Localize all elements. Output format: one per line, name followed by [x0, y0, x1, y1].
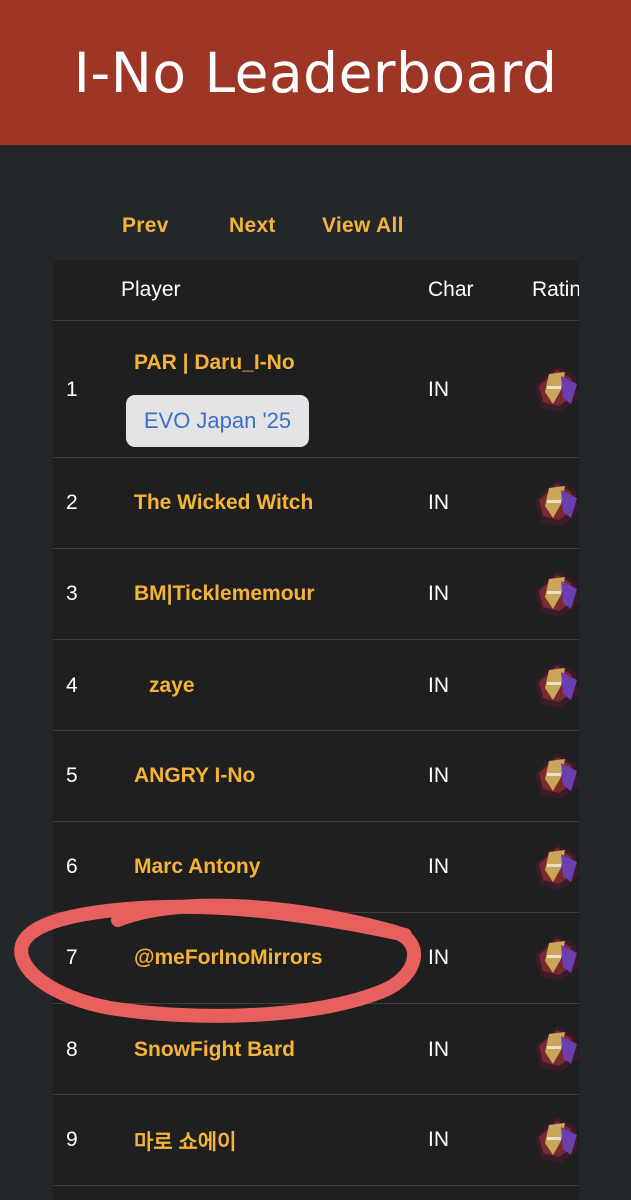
- rank-emblem-icon: [535, 1026, 579, 1072]
- leaderboard-table: Player Char Ratin 1 PAR | Daru_I-No EVO …: [53, 260, 579, 1200]
- page-title: I-No Leaderboard: [73, 40, 558, 105]
- char-cell: IN: [428, 491, 449, 514]
- pagination-nav: Prev Next View All: [0, 214, 631, 246]
- char-cell: IN: [428, 1128, 449, 1151]
- next-link[interactable]: Next: [229, 214, 276, 238]
- rank-emblem-icon: [535, 844, 579, 890]
- rank-number: 9: [66, 1128, 78, 1151]
- view-all-link[interactable]: View All: [322, 214, 404, 238]
- table-row: 4 zaye IN: [53, 640, 579, 731]
- column-header-player: Player: [121, 278, 181, 301]
- table-row: 1 PAR | Daru_I-No EVO Japan '25 IN: [53, 321, 579, 458]
- rank-number: 6: [66, 855, 78, 878]
- prev-link[interactable]: Prev: [122, 214, 169, 238]
- rank-emblem-icon: [535, 1117, 579, 1163]
- rank-emblem-icon: [535, 662, 579, 708]
- rank-number: 1: [66, 378, 78, 401]
- rank-emblem-icon: [535, 366, 579, 412]
- rank-emblem-icon: [535, 935, 579, 981]
- column-header-char: Char: [428, 278, 474, 301]
- player-name-link[interactable]: BM|Ticklememour: [134, 582, 315, 606]
- char-cell: IN: [428, 674, 449, 697]
- rank-number: 3: [66, 582, 78, 605]
- table-row: 2 The Wicked Witch IN: [53, 458, 579, 549]
- char-cell: IN: [428, 764, 449, 787]
- table-row: 9 마로 쇼에이 IN: [53, 1095, 579, 1186]
- player-name-link[interactable]: ANGRY I-No: [134, 764, 255, 788]
- player-name-link[interactable]: PAR | Daru_I-No: [134, 351, 295, 375]
- player-name-link[interactable]: SnowFight Bard: [134, 1038, 295, 1062]
- rank-number: 4: [66, 674, 78, 697]
- player-name-link[interactable]: The Wicked Witch: [134, 491, 313, 515]
- rank-emblem-icon: [535, 480, 579, 526]
- player-name-link[interactable]: 마로 쇼에이: [134, 1126, 236, 1156]
- rank-emblem-icon: [535, 753, 579, 799]
- table-row: 7 @meForInoMirrors IN: [53, 913, 579, 1004]
- player-name-link[interactable]: Marc Antony: [134, 855, 260, 879]
- char-cell: IN: [428, 946, 449, 969]
- player-name-link[interactable]: zaye: [149, 674, 195, 698]
- char-cell: IN: [428, 378, 449, 401]
- rank-number: 2: [66, 491, 78, 514]
- tournament-badge[interactable]: EVO Japan '25: [126, 395, 309, 447]
- table-row: 5 ANGRY I-No IN: [53, 731, 579, 822]
- table-row: 3 BM|Ticklememour IN: [53, 549, 579, 640]
- rank-number: 8: [66, 1038, 78, 1061]
- player-name-link[interactable]: @meForInoMirrors: [134, 946, 323, 970]
- table-row: 8 SnowFight Bard IN: [53, 1004, 579, 1095]
- page-header: I-No Leaderboard: [0, 0, 631, 145]
- rank-emblem-icon: [535, 571, 579, 617]
- rank-number: 7: [66, 946, 78, 969]
- char-cell: IN: [428, 1038, 449, 1061]
- char-cell: IN: [428, 582, 449, 605]
- table-header: Player Char Ratin: [53, 260, 579, 321]
- column-header-rating: Ratin: [532, 278, 579, 301]
- table-row: 6 Marc Antony IN: [53, 822, 579, 913]
- char-cell: IN: [428, 855, 449, 878]
- rank-number: 5: [66, 764, 78, 787]
